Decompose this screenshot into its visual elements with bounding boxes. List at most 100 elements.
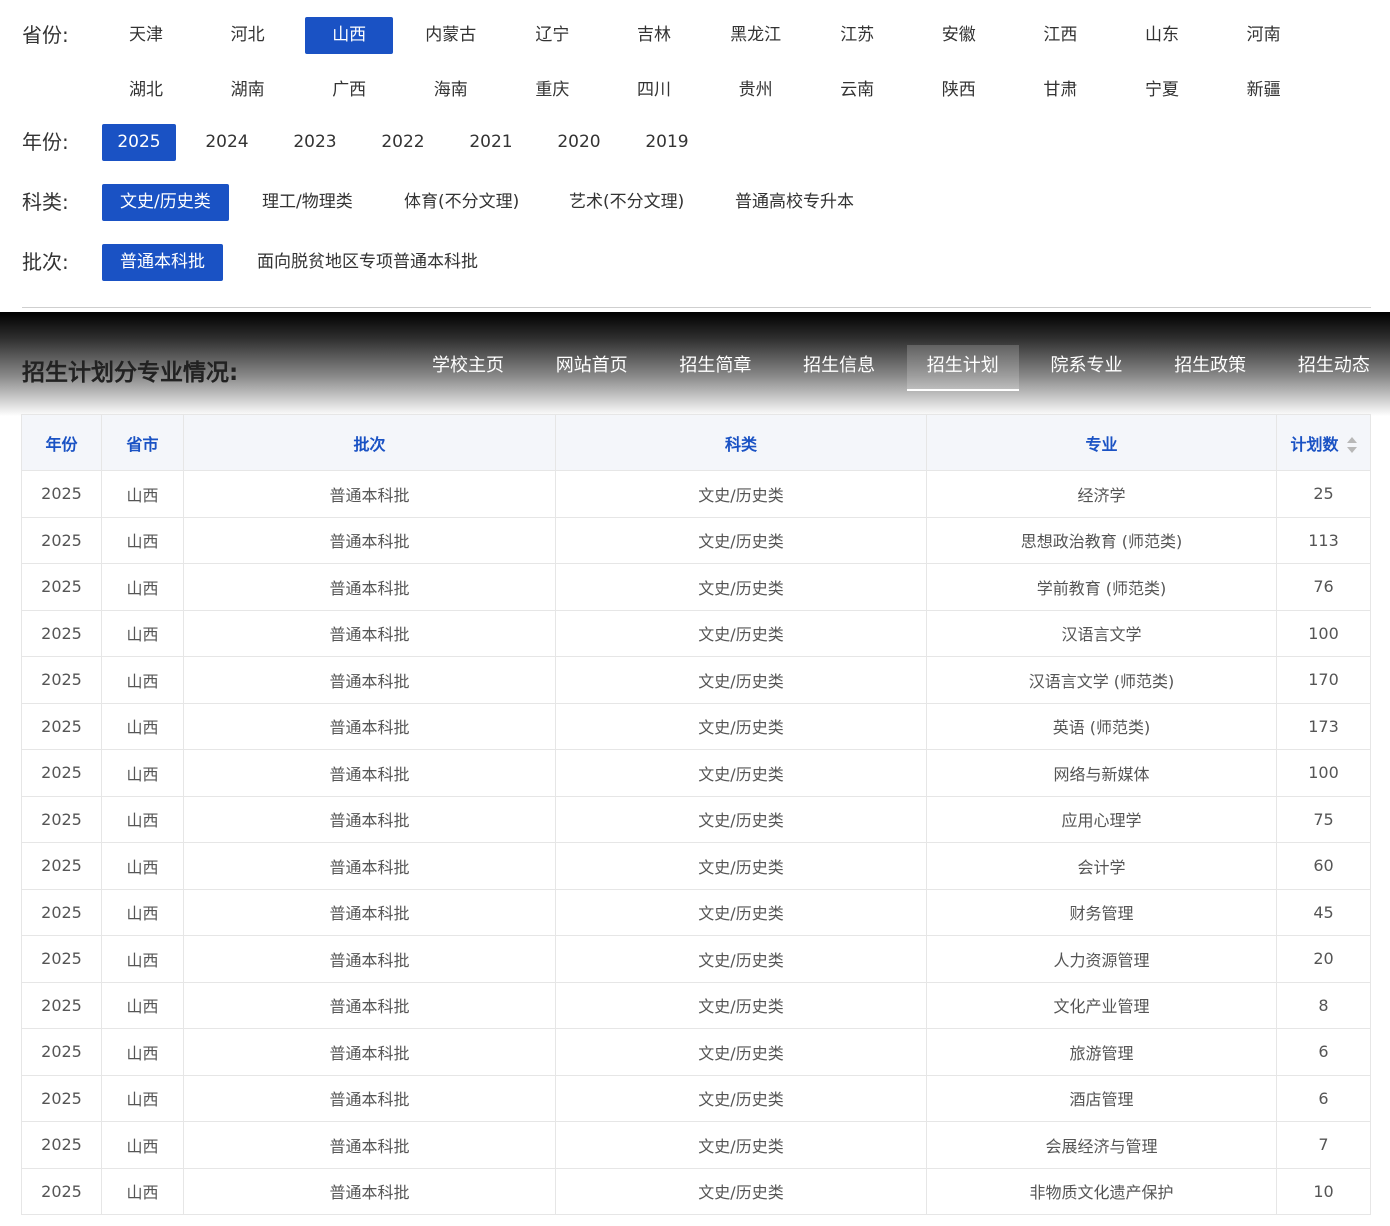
cell-province: 山西 [101, 1121, 184, 1169]
cell-batch: 普通本科批 [183, 1074, 556, 1122]
province-option[interactable]: 云南 [813, 72, 901, 109]
province-option[interactable]: 河北 [204, 17, 292, 54]
nav-item[interactable]: 招生信息 [783, 345, 895, 391]
table-row: 2025 山西 普通本科批 文史/历史类 汉语言文学 (师范类) 170 [21, 656, 1371, 704]
cell-major: 旅游管理 [926, 1028, 1277, 1076]
batch-option[interactable]: 普通本科批 [102, 244, 223, 281]
divider [22, 307, 1371, 308]
table-row: 2025 山西 普通本科批 文史/历史类 学前教育 (师范类) 76 [21, 563, 1371, 611]
year-option[interactable]: 2022 [366, 124, 440, 161]
cell-province: 山西 [101, 656, 184, 704]
category-option[interactable]: 文史/历史类 [102, 184, 229, 221]
province-option[interactable]: 新疆 [1220, 72, 1308, 109]
cell-plan-count: 20 [1276, 935, 1371, 983]
nav-item[interactable]: 学校主页 [412, 345, 524, 391]
category-option[interactable]: 普通高校专升本 [717, 184, 872, 221]
province-option[interactable]: 陕西 [915, 72, 1003, 109]
col-plan-count-header[interactable]: 计划数 [1276, 414, 1371, 471]
province-option[interactable]: 河南 [1220, 17, 1308, 54]
cell-plan-count: 170 [1276, 656, 1371, 704]
nav-item[interactable]: 招生简章 [659, 345, 771, 391]
table-row: 2025 山西 普通本科批 文史/历史类 酒店管理 6 [21, 1074, 1371, 1122]
nav-item[interactable]: 院系专业 [1031, 345, 1143, 391]
nav-item[interactable]: 招生动态 [1278, 345, 1390, 391]
province-option[interactable]: 辽宁 [508, 17, 596, 54]
province-option[interactable]: 宁夏 [1118, 72, 1206, 109]
cell-year: 2025 [21, 702, 102, 750]
cell-major: 人力资源管理 [926, 935, 1277, 983]
cell-province: 山西 [101, 1167, 184, 1215]
page-title: 招生计划分专业情况: [22, 360, 239, 386]
cell-year: 2025 [21, 470, 102, 518]
cell-year: 2025 [21, 656, 102, 704]
province-option[interactable]: 天津 [102, 17, 190, 54]
cell-year: 2025 [21, 609, 102, 657]
year-option[interactable]: 2021 [454, 124, 528, 161]
batch-option[interactable]: 面向脱贫地区专项普通本科批 [239, 244, 496, 281]
province-option[interactable]: 山西 [305, 17, 394, 54]
province-option[interactable]: 广西 [305, 72, 393, 109]
province-option[interactable]: 江西 [1016, 17, 1104, 54]
province-option[interactable]: 海南 [407, 72, 495, 109]
cell-province: 山西 [101, 702, 184, 750]
cell-plan-count: 10 [1276, 1167, 1371, 1215]
year-option[interactable]: 2020 [542, 124, 616, 161]
cell-category: 文史/历史类 [555, 888, 927, 936]
province-option[interactable]: 重庆 [508, 72, 596, 109]
cell-batch: 普通本科批 [183, 1028, 556, 1076]
year-option[interactable]: 2019 [630, 124, 704, 161]
cell-major: 学前教育 (师范类) [926, 563, 1277, 611]
cell-province: 山西 [101, 470, 184, 518]
cell-plan-count: 7 [1276, 1121, 1371, 1169]
province-option[interactable]: 江苏 [813, 17, 901, 54]
province-option[interactable]: 山东 [1118, 17, 1206, 54]
province-option[interactable]: 四川 [610, 72, 698, 109]
cell-year: 2025 [21, 1121, 102, 1169]
cell-year: 2025 [21, 1028, 102, 1076]
cell-batch: 普通本科批 [183, 470, 556, 518]
province-option[interactable]: 吉林 [610, 17, 698, 54]
plan-count-label: 计划数 [1290, 434, 1339, 454]
year-option[interactable]: 2025 [102, 124, 176, 161]
sort-icon[interactable] [1346, 437, 1357, 453]
cell-category: 文史/历史类 [555, 609, 927, 657]
nav-item[interactable]: 招生政策 [1154, 345, 1266, 391]
nav-item[interactable]: 招生计划 [906, 345, 1019, 391]
province-option[interactable]: 黑龙江 [712, 17, 800, 54]
year-option[interactable]: 2024 [190, 124, 264, 161]
cell-plan-count: 8 [1276, 981, 1371, 1029]
cell-year: 2025 [21, 563, 102, 611]
table-row: 2025 山西 普通本科批 文史/历史类 旅游管理 6 [21, 1028, 1371, 1076]
cell-plan-count: 100 [1276, 609, 1371, 657]
cell-batch: 普通本科批 [183, 516, 556, 564]
province-option[interactable]: 贵州 [712, 72, 800, 109]
cell-major: 文化产业管理 [926, 981, 1277, 1029]
province-option[interactable]: 安徽 [915, 17, 1003, 54]
category-option[interactable]: 体育(不分文理) [386, 184, 537, 221]
cell-batch: 普通本科批 [183, 749, 556, 797]
year-option[interactable]: 2023 [278, 124, 352, 161]
table-row: 2025 山西 普通本科批 文史/历史类 文化产业管理 8 [21, 981, 1371, 1029]
cell-category: 文史/历史类 [555, 1121, 927, 1169]
cell-category: 文史/历史类 [555, 1074, 927, 1122]
cell-plan-count: 113 [1276, 516, 1371, 564]
table-row: 2025 山西 普通本科批 文史/历史类 会展经济与管理 7 [21, 1121, 1371, 1169]
category-option[interactable]: 理工/物理类 [244, 184, 371, 221]
cell-batch: 普通本科批 [183, 702, 556, 750]
province-option[interactable]: 湖南 [204, 72, 292, 109]
table-row: 2025 山西 普通本科批 文史/历史类 英语 (师范类) 173 [21, 702, 1371, 750]
cell-year: 2025 [21, 981, 102, 1029]
province-option[interactable]: 湖北 [102, 72, 190, 109]
province-option[interactable]: 甘肃 [1016, 72, 1104, 109]
cell-year: 2025 [21, 516, 102, 564]
cell-batch: 普通本科批 [183, 1167, 556, 1215]
cell-plan-count: 45 [1276, 888, 1371, 936]
cell-batch: 普通本科批 [183, 563, 556, 611]
province-option[interactable]: 内蒙古 [407, 17, 495, 54]
table-row: 2025 山西 普通本科批 文史/历史类 非物质文化遗产保护 10 [21, 1167, 1371, 1215]
cell-province: 山西 [101, 749, 184, 797]
category-option[interactable]: 艺术(不分文理) [551, 184, 702, 221]
col-province-header: 省市 [101, 414, 184, 471]
nav-item[interactable]: 网站首页 [536, 345, 648, 391]
cell-batch: 普通本科批 [183, 935, 556, 983]
